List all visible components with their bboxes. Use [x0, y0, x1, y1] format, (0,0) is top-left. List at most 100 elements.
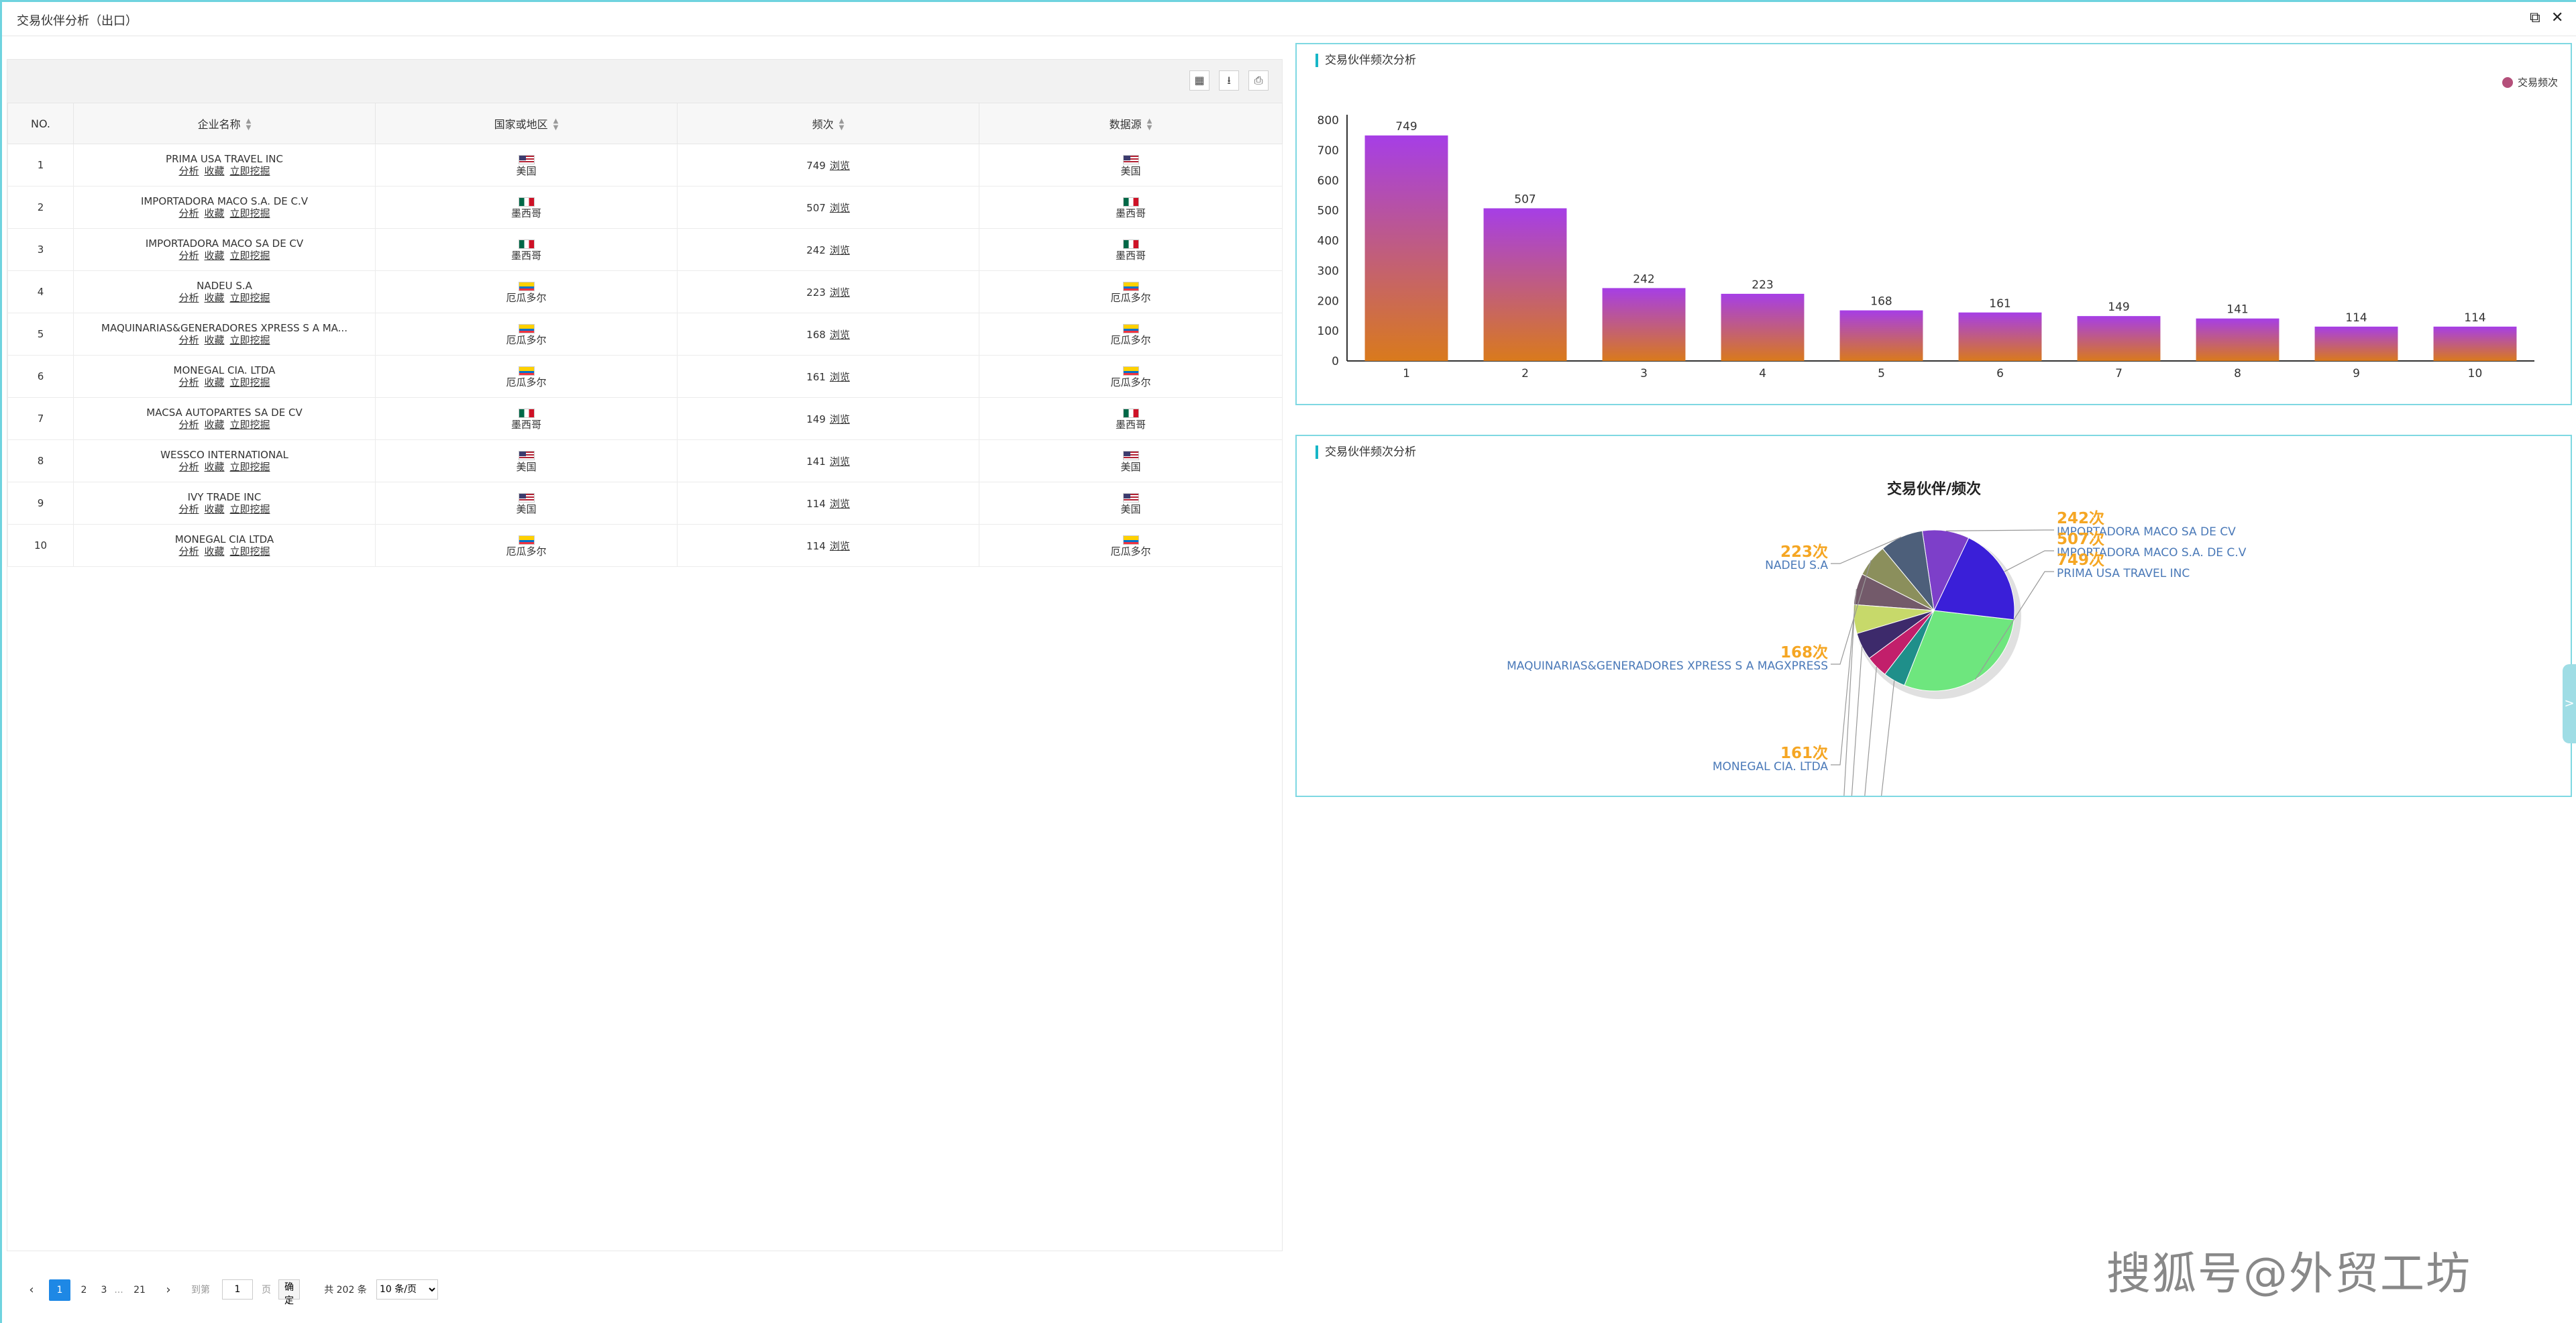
row-number-text: 3: [37, 244, 44, 256]
page-button-1[interactable]: 1: [49, 1279, 70, 1301]
browse-link[interactable]: 浏览: [830, 371, 850, 383]
table-row: 4 NADEU S.A 分析 收藏 立即挖掘 厄瓜多尔 223 浏览 厄瓜多尔: [7, 270, 1283, 313]
favorite-link[interactable]: 收藏: [204, 292, 224, 304]
y-tick-label: 500: [1318, 205, 1339, 218]
bar[interactable]: [1602, 288, 1686, 361]
bar[interactable]: [2196, 318, 2279, 361]
mine-link[interactable]: 立即挖掘: [230, 334, 270, 346]
favorite-link[interactable]: 收藏: [204, 503, 224, 515]
legend-swatch[interactable]: [2502, 77, 2513, 88]
analyze-link[interactable]: 分析: [178, 250, 199, 262]
favorite-link[interactable]: 收藏: [204, 165, 224, 177]
browse-link[interactable]: 浏览: [830, 329, 850, 341]
page-button-2[interactable]: 2: [77, 1279, 91, 1301]
bar[interactable]: [1958, 312, 2042, 361]
mine-link[interactable]: 立即挖掘: [230, 207, 270, 219]
analyze-link[interactable]: 分析: [178, 503, 199, 515]
legend-label[interactable]: 交易频次: [2518, 76, 2558, 89]
sort-icon[interactable]: ▲ ▼: [553, 118, 559, 131]
browse-link[interactable]: 浏览: [830, 160, 850, 172]
country-cell: 厄瓜多尔: [375, 313, 678, 356]
analyze-link[interactable]: 分析: [178, 334, 199, 346]
browse-link[interactable]: 浏览: [830, 540, 850, 552]
mine-link[interactable]: 立即挖掘: [230, 419, 270, 431]
company-name[interactable]: IMPORTADORA MACO S.A. DE C.V: [74, 195, 375, 207]
favorite-link[interactable]: 收藏: [204, 207, 224, 219]
analyze-link[interactable]: 分析: [178, 165, 199, 177]
analyze-link[interactable]: 分析: [178, 545, 199, 558]
mine-link[interactable]: 立即挖掘: [230, 545, 270, 558]
company-name[interactable]: MACSA AUTOPARTES SA DE CV: [74, 407, 375, 419]
bar-value-label: 114: [2464, 311, 2485, 325]
goto-page-input[interactable]: [222, 1279, 253, 1300]
source-cell: 厄瓜多尔: [979, 524, 1283, 567]
mine-link[interactable]: 立即挖掘: [230, 250, 270, 262]
next-page-icon[interactable]: ›: [162, 1279, 175, 1301]
browse-link[interactable]: 浏览: [830, 202, 850, 214]
company-cell: IVY TRADE INC 分析 收藏 立即挖掘: [73, 482, 376, 525]
browse-link[interactable]: 浏览: [830, 244, 850, 256]
browse-link[interactable]: 浏览: [830, 413, 850, 425]
analyze-link[interactable]: 分析: [178, 461, 199, 473]
goto-confirm-button[interactable]: 确定: [278, 1279, 300, 1306]
close-icon[interactable]: ✕: [2551, 10, 2563, 26]
company-name[interactable]: MONEGAL CIA LTDA: [74, 533, 375, 545]
mine-link[interactable]: 立即挖掘: [230, 165, 270, 177]
sort-icon[interactable]: ▲ ▼: [839, 118, 845, 131]
company-name[interactable]: WESSCO INTERNATIONAL: [74, 449, 375, 461]
company-name[interactable]: PRIMA USA TRAVEL INC: [74, 153, 375, 165]
bar[interactable]: [1483, 208, 1567, 361]
mine-link[interactable]: 立即挖掘: [230, 376, 270, 388]
export-icon[interactable]: ⭳: [1219, 70, 1239, 91]
bar[interactable]: [2077, 316, 2161, 361]
bar[interactable]: [1721, 293, 1805, 361]
sort-icon[interactable]: ▲ ▼: [1147, 118, 1152, 131]
analyze-link[interactable]: 分析: [178, 376, 199, 388]
browse-link[interactable]: 浏览: [830, 498, 850, 510]
favorite-link[interactable]: 收藏: [204, 376, 224, 388]
col-header-label: 数据源: [1109, 117, 1142, 131]
bar[interactable]: [1839, 310, 1923, 361]
sort-icon[interactable]: ▲ ▼: [246, 118, 252, 131]
col-header-source[interactable]: 数据源 ▲ ▼: [979, 103, 1283, 144]
col-header-frequency[interactable]: 频次 ▲ ▼: [677, 103, 979, 144]
grid-icon[interactable]: ▦: [1189, 70, 1210, 91]
company-name[interactable]: MONEGAL CIA. LTDA: [74, 364, 375, 376]
company-name[interactable]: IMPORTADORA MACO SA DE CV: [74, 237, 375, 250]
company-name[interactable]: MAQUINARIAS&GENERADORES XPRESS S A MA...: [74, 322, 375, 334]
source-name: 厄瓜多尔: [1110, 334, 1151, 346]
flag-icon: [518, 323, 535, 333]
side-expand-tab[interactable]: >: [2563, 664, 2576, 743]
pie-value-label: 507次: [2057, 530, 2104, 548]
page-button-21[interactable]: 21: [129, 1279, 150, 1301]
page-button-3[interactable]: 3: [97, 1279, 111, 1301]
favorite-link[interactable]: 收藏: [204, 334, 224, 346]
company-name[interactable]: NADEU S.A: [74, 280, 375, 292]
flag-icon: [1122, 281, 1139, 291]
x-tick-label: 3: [1640, 367, 1648, 380]
company-name[interactable]: IVY TRADE INC: [74, 491, 375, 503]
col-header-country[interactable]: 国家或地区 ▲ ▼: [375, 103, 678, 144]
table-toolbar: ▦ ⭳ ⎙: [7, 60, 1282, 103]
bar[interactable]: [2433, 326, 2517, 361]
analyze-link[interactable]: 分析: [178, 207, 199, 219]
print-icon[interactable]: ⎙: [1248, 70, 1269, 91]
bar[interactable]: [1364, 135, 1448, 362]
bar[interactable]: [2314, 326, 2398, 361]
mine-link[interactable]: 立即挖掘: [230, 292, 270, 304]
browse-link[interactable]: 浏览: [830, 286, 850, 299]
restore-icon[interactable]: ⧉: [2530, 10, 2540, 26]
mine-link[interactable]: 立即挖掘: [230, 503, 270, 515]
prev-page-icon[interactable]: ‹: [25, 1279, 38, 1301]
page-size-select[interactable]: 10 条/页: [376, 1279, 438, 1300]
col-header-company[interactable]: 企业名称 ▲ ▼: [73, 103, 376, 144]
analyze-link[interactable]: 分析: [178, 419, 199, 431]
favorite-link[interactable]: 收藏: [204, 250, 224, 262]
browse-link[interactable]: 浏览: [830, 456, 850, 468]
favorite-link[interactable]: 收藏: [204, 461, 224, 473]
country-cell: 厄瓜多尔: [375, 270, 678, 313]
analyze-link[interactable]: 分析: [178, 292, 199, 304]
mine-link[interactable]: 立即挖掘: [230, 461, 270, 473]
favorite-link[interactable]: 收藏: [204, 419, 224, 431]
favorite-link[interactable]: 收藏: [204, 545, 224, 558]
